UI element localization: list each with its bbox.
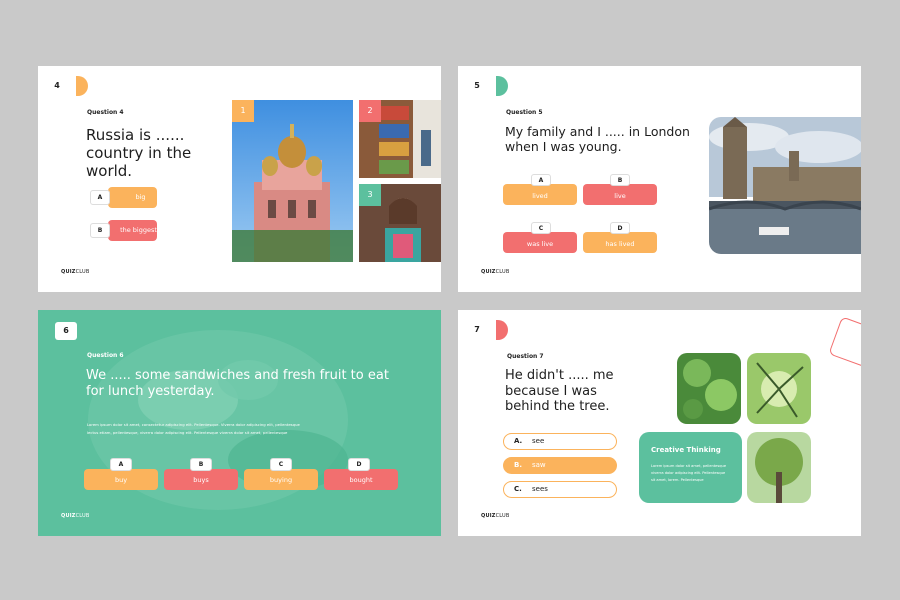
option-d-text: bought — [349, 476, 373, 484]
option-c-letter: C — [270, 458, 292, 471]
quizclub-logo: QUIZCLUB — [481, 513, 510, 519]
card-text-line-3: sit amet, lorem. Pellentesque — [651, 478, 704, 482]
option-d-letter: D — [610, 222, 630, 234]
option-a-letter: A. — [514, 437, 523, 445]
library-photo: 2 — [359, 100, 441, 178]
option-b-letter: B — [90, 223, 110, 238]
option-d-button[interactable]: bought — [324, 469, 398, 490]
option-c-text: sees — [532, 485, 548, 493]
option-d-text: has lived — [605, 240, 635, 248]
option-a-button[interactable]: big — [108, 187, 157, 208]
body-text-line-1: Lorem ipsum dolor sit amet, consectetur … — [87, 422, 300, 427]
photo-badge-3: 3 — [359, 184, 381, 206]
option-c-button[interactable]: buying — [244, 469, 318, 490]
question-text: He didn't ..... me because I was behind … — [505, 368, 614, 415]
slide-question-4[interactable]: 4 Question 4 Russia is ...... country in… — [38, 66, 441, 292]
option-c-button[interactable]: C. sees — [503, 481, 617, 498]
option-b-letter: B — [190, 458, 212, 471]
option-a-letter: A — [110, 458, 132, 471]
option-a-text: lived — [532, 192, 548, 200]
question-label: Question 4 — [87, 109, 124, 116]
tree-photo-1 — [677, 353, 741, 424]
question-label: Question 7 — [507, 353, 544, 360]
option-b-button[interactable]: B. saw — [503, 457, 617, 474]
tree-photo-3 — [747, 432, 811, 503]
option-c-letter: C. — [514, 485, 522, 493]
option-a-text: buy — [114, 476, 128, 484]
option-b-letter: B. — [514, 461, 522, 469]
quizclub-logo: QUIZCLUB — [481, 269, 510, 275]
option-d-letter: D — [348, 458, 370, 471]
option-b-text: saw — [532, 461, 546, 469]
question-label: Question 5 — [506, 109, 543, 116]
option-b-text: live — [614, 192, 626, 200]
slide-number: 6 — [55, 322, 77, 340]
question-text: We ..... some sandwiches and fresh fruit… — [86, 368, 389, 399]
option-b-button[interactable]: buys — [164, 469, 238, 490]
photo-badge-1: 1 — [232, 100, 254, 122]
card-text-line-1: Lorem ipsum dolor sit amet, pellentesque — [651, 464, 727, 468]
tree-photo-2 — [747, 353, 811, 424]
church-photo: 1 — [232, 100, 353, 262]
option-a-button[interactable]: A. see — [503, 433, 617, 450]
option-c-text: buying — [269, 476, 293, 484]
student-photo: 3 — [359, 184, 441, 262]
option-b-letter: B — [610, 174, 630, 186]
quizclub-logo: QUIZCLUB — [61, 269, 90, 275]
slide-number: 4 — [38, 76, 76, 96]
decorative-outline-shape — [828, 316, 861, 368]
slide-question-5[interactable]: 5 Question 5 My family and I ..... in Lo… — [458, 66, 861, 292]
question-text: My family and I ..... in London when I w… — [505, 124, 690, 154]
option-b-text: the biggest — [120, 226, 157, 234]
slide-number: 5 — [458, 76, 496, 96]
option-a-text: see — [532, 437, 545, 445]
option-b-button[interactable]: live — [583, 184, 657, 205]
option-a-button[interactable]: buy — [84, 469, 158, 490]
option-a-text: big — [135, 193, 146, 201]
option-d-button[interactable]: has lived — [583, 232, 657, 253]
card-text-line-2: viverra dolor adipiscing elit. Pellentes… — [651, 471, 726, 475]
option-c-text: was live — [526, 240, 554, 248]
london-photo — [709, 117, 861, 254]
option-a-letter: A — [531, 174, 551, 186]
question-text: Russia is ...... country in the world. — [86, 126, 192, 180]
option-c-letter: C — [531, 222, 551, 234]
option-a-button[interactable]: lived — [503, 184, 577, 205]
option-b-text: buys — [193, 476, 209, 484]
slide-question-6[interactable]: 6 Question 6 We ..... some sandwiches an… — [38, 310, 441, 536]
slide-question-7[interactable]: 7 Question 7 He didn't ..... me because … — [458, 310, 861, 536]
card-title: Creative Thinking — [651, 446, 721, 454]
slide-number: 7 — [458, 320, 496, 340]
photo-badge-2: 2 — [359, 100, 381, 122]
quizclub-logo: QUIZCLUB — [61, 513, 90, 519]
creative-thinking-card: Creative Thinking Lorem ipsum dolor sit … — [639, 432, 742, 503]
option-c-button[interactable]: was live — [503, 232, 577, 253]
body-text-line-2: lectus etiam, pellentesque, viverra dolo… — [87, 430, 288, 435]
option-b-button[interactable]: the biggest — [108, 220, 157, 241]
option-a-letter: A — [90, 190, 110, 205]
question-label: Question 6 — [87, 352, 124, 359]
